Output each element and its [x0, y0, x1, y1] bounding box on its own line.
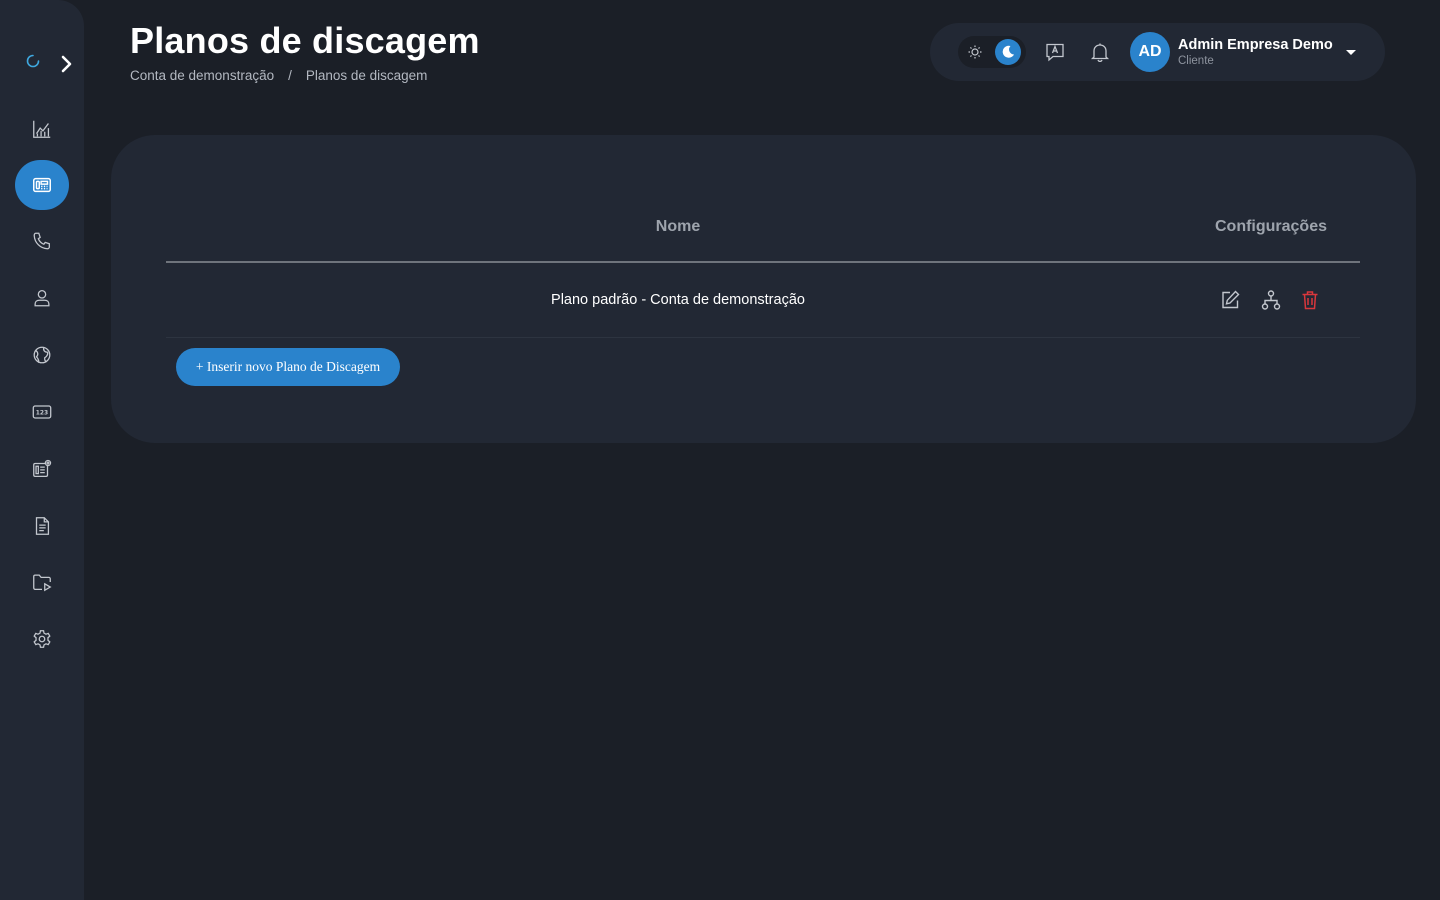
dial-plan-icon — [33, 177, 51, 193]
routing-icon — [33, 459, 52, 477]
media-folder-icon — [33, 574, 52, 592]
support-chat-icon — [1046, 43, 1064, 62]
hierarchy-icon[interactable] — [1260, 289, 1282, 311]
sidebar-item-users[interactable] — [15, 273, 69, 323]
breadcrumb-account[interactable]: Conta de demonstração — [130, 68, 274, 83]
numbers-icon: 123 — [32, 405, 52, 419]
row-divider — [166, 337, 1360, 338]
bell-icon — [1090, 43, 1110, 63]
dial-plans-card: Nome Configurações Plano padrão - Conta … — [111, 135, 1416, 443]
breadcrumb-separator: / — [288, 68, 292, 83]
user-role: Cliente — [1178, 55, 1214, 67]
sidebar-item-calls[interactable] — [15, 216, 69, 266]
phone-icon — [33, 232, 50, 250]
theme-toggle[interactable] — [958, 36, 1026, 68]
notifications-button[interactable] — [1088, 40, 1112, 64]
sun-icon — [968, 45, 982, 59]
edit-icon[interactable] — [1219, 289, 1241, 311]
sidebar-item-dial-plans[interactable] — [15, 160, 69, 210]
dial-plan-name: Plano padrão - Conta de demonstração — [551, 292, 805, 308]
avatar[interactable]: AD — [1130, 32, 1170, 72]
light-mode-button[interactable] — [962, 39, 988, 65]
user-name[interactable]: Admin Empresa Demo — [1178, 37, 1333, 53]
sidebar-item-documents[interactable] — [15, 501, 69, 551]
sidebar-item-media[interactable] — [15, 557, 69, 607]
moon-icon — [1002, 45, 1014, 58]
sidebar-item-reports[interactable] — [15, 104, 69, 154]
expand-sidebar-icon[interactable] — [56, 54, 76, 74]
breadcrumb: Conta de demonstração / Planos de discag… — [130, 68, 427, 83]
trash-icon[interactable] — [1299, 289, 1321, 311]
settings-icon — [33, 630, 51, 648]
chevron-down-icon[interactable] — [1344, 47, 1358, 57]
header-divider — [166, 261, 1360, 263]
sidebar-item-numbers[interactable]: 123 — [15, 387, 69, 437]
column-header-settings: Configurações — [1214, 218, 1327, 235]
column-header-name: Nome — [655, 218, 701, 235]
chart-icon — [33, 120, 51, 138]
user-icon — [34, 290, 50, 307]
support-button[interactable] — [1043, 40, 1067, 64]
top-bar: AD Admin Empresa Demo Cliente — [930, 23, 1385, 81]
sidebar: 123 — [0, 0, 84, 900]
globe-icon — [33, 346, 51, 364]
dark-mode-button[interactable] — [995, 39, 1021, 65]
sidebar-item-routing[interactable] — [15, 444, 69, 494]
sidebar-item-settings[interactable] — [15, 614, 69, 664]
logo-icon — [26, 54, 40, 68]
breadcrumb-current: Planos de discagem — [305, 68, 428, 83]
add-dial-plan-button[interactable]: + Inserir novo Plano de Discagem — [176, 348, 400, 386]
page-title: Planos de discagem — [130, 20, 480, 61]
sidebar-item-network[interactable] — [15, 330, 69, 380]
document-icon — [35, 517, 50, 535]
svg-text:123: 123 — [36, 409, 48, 416]
